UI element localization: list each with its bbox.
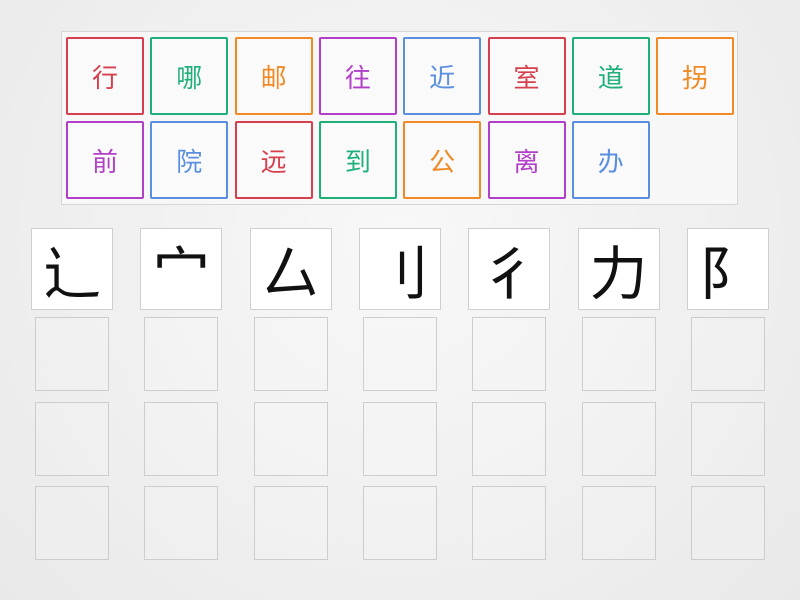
drop-slot[interactable] [472, 486, 547, 560]
character-tile[interactable]: 往 [318, 37, 397, 115]
radical-header: 彳 [468, 228, 551, 310]
drop-slot[interactable] [472, 401, 547, 476]
radical-header: 厶 [249, 228, 332, 310]
drop-slot[interactable] [144, 486, 219, 560]
drop-slot[interactable] [144, 317, 219, 391]
character-tile[interactable]: 到 [318, 121, 397, 199]
drop-slot[interactable] [690, 486, 765, 560]
drop-slot[interactable] [581, 401, 656, 476]
drop-slot[interactable] [35, 486, 109, 560]
radical-header: 宀 [140, 228, 223, 310]
drop-slot[interactable] [35, 401, 109, 476]
radical-header: 阝 [686, 228, 769, 310]
character-tile[interactable]: 邮 [234, 37, 313, 115]
character-tile[interactable]: 办 [571, 121, 650, 199]
drop-slot[interactable] [253, 486, 328, 560]
drop-slot[interactable] [581, 317, 656, 391]
character-tile[interactable]: 行 [66, 37, 144, 115]
drop-slot[interactable] [144, 401, 219, 476]
character-tile[interactable]: 院 [150, 121, 229, 199]
drop-slot[interactable] [362, 401, 437, 476]
character-tile[interactable]: 公 [403, 121, 482, 199]
drop-slot[interactable] [35, 317, 109, 391]
drop-slot[interactable] [581, 486, 656, 560]
character-tile[interactable]: 道 [571, 37, 650, 115]
radical-header: 力 [577, 228, 660, 310]
character-tile[interactable]: 室 [487, 37, 566, 115]
radical-header: 刂 [358, 228, 441, 310]
radical-header: 辶 [31, 228, 113, 310]
drop-slot[interactable] [472, 317, 547, 391]
character-tile[interactable]: 前 [66, 121, 144, 199]
drop-slot[interactable] [362, 486, 437, 560]
character-tile[interactable]: 哪 [150, 37, 229, 115]
drop-slot[interactable] [253, 401, 328, 476]
drop-slot[interactable] [253, 317, 328, 391]
drop-slot[interactable] [362, 317, 437, 391]
drop-slot[interactable] [690, 317, 765, 391]
character-tile[interactable]: 拐 [656, 37, 735, 115]
drop-slot[interactable] [690, 401, 765, 476]
character-tile[interactable]: 离 [487, 121, 566, 199]
character-tile[interactable]: 远 [234, 121, 313, 199]
character-tile[interactable]: 近 [403, 37, 482, 115]
